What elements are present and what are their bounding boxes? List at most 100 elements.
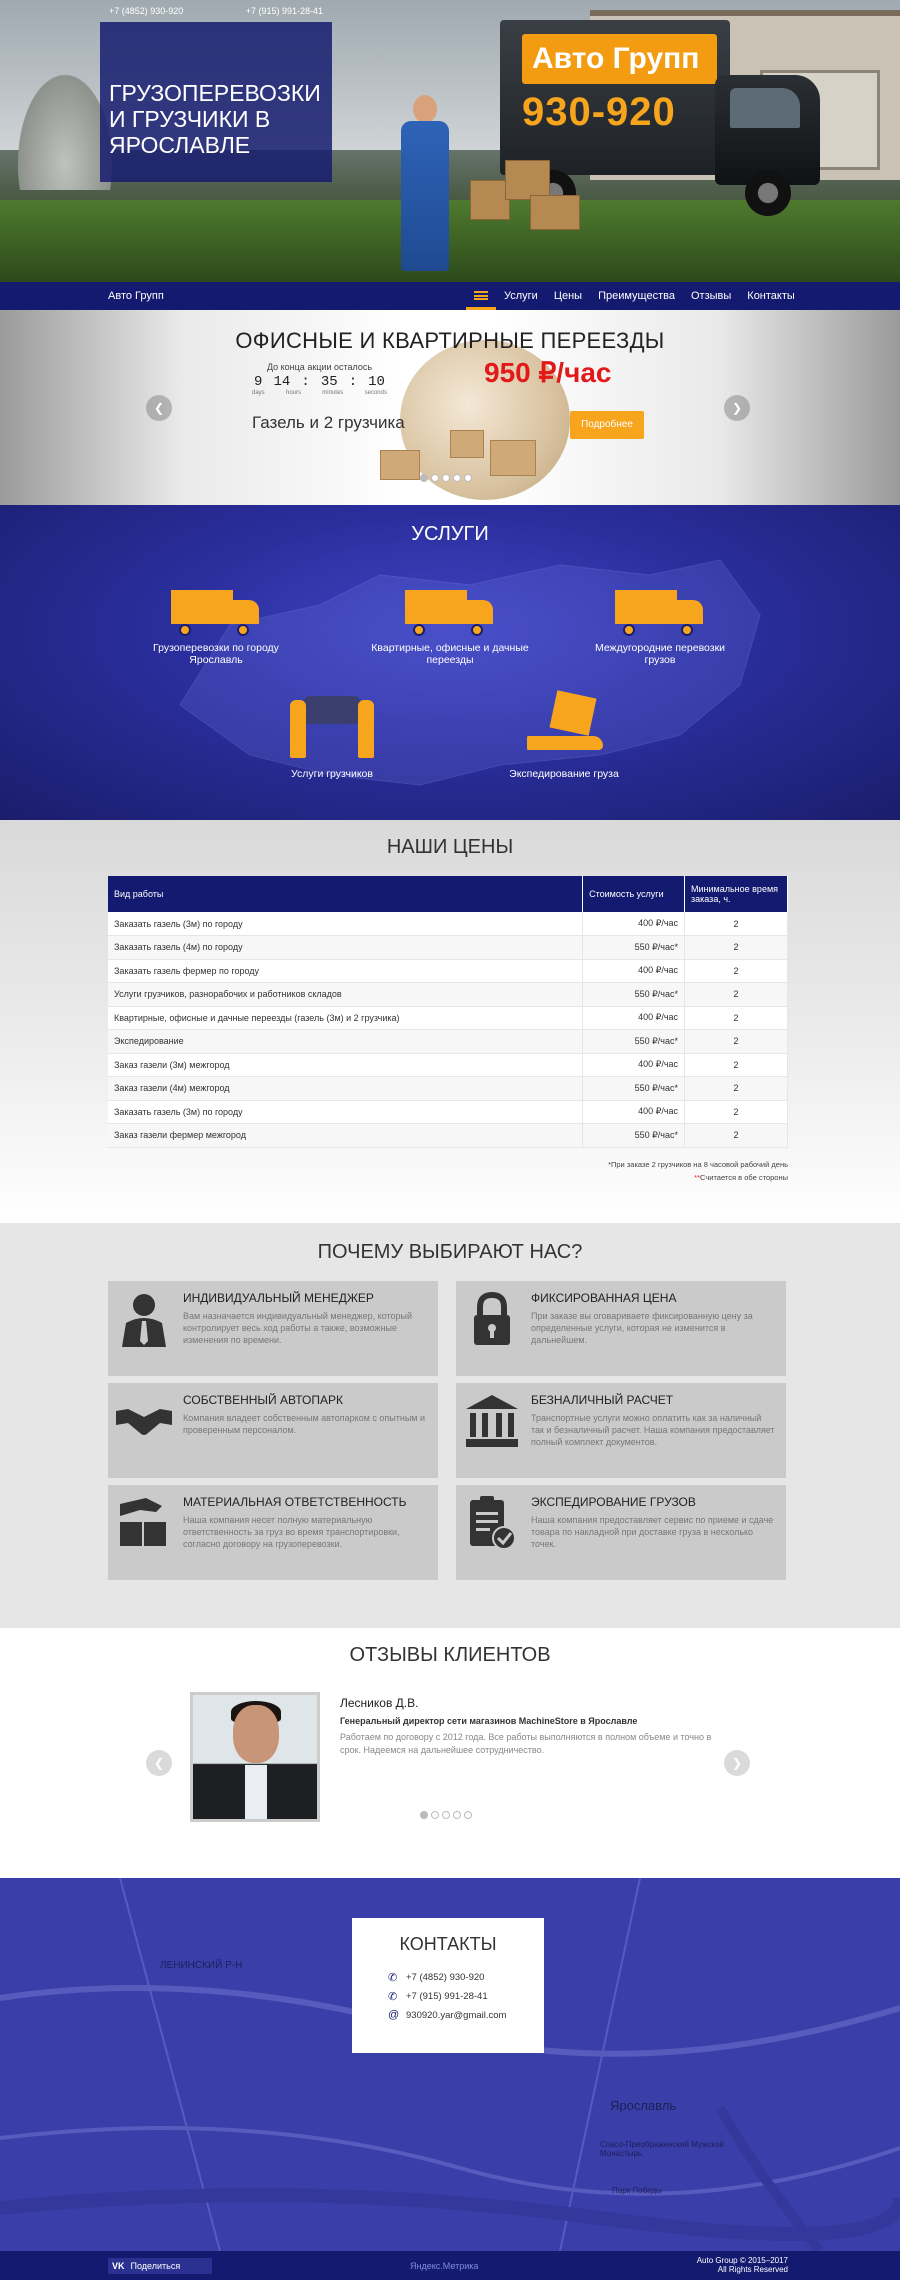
- reviews-dot[interactable]: [442, 1811, 450, 1819]
- nav-item-prices[interactable]: Цены: [546, 282, 590, 310]
- price-note-1: *При заказе 2 грузчиков на 8 часовой раб…: [608, 1160, 788, 1169]
- advantage-text: Наша компания предоставляет сервис по пр…: [531, 1515, 774, 1549]
- nav-menu-toggle[interactable]: [466, 282, 496, 310]
- service-movers[interactable]: Услуги грузчиков: [252, 690, 412, 780]
- slider-dot[interactable]: [442, 474, 450, 482]
- table-cell: 400 ₽/час: [582, 1053, 686, 1077]
- table-row: Заказать газель (3м) по городу 400 ₽/час 2: [108, 1100, 788, 1124]
- table-cell: Заказ газели (3м) межгород: [108, 1053, 584, 1077]
- countdown-labels: days hours minutes seconds: [252, 390, 387, 396]
- contact-phone-2[interactable]: ✆ +7 (915) 991-28-41: [368, 1990, 528, 2003]
- reviews-dots: [420, 1811, 472, 1819]
- map-label-monastery: Спасо-Преображенский Мужской Монастырь: [600, 2140, 724, 2158]
- reviews-dot[interactable]: [431, 1811, 439, 1819]
- slider-dot[interactable]: [431, 474, 439, 482]
- reviews-title: ОТЗЫВЫ КЛИЕНТОВ: [349, 1644, 551, 1666]
- countdown-label-seconds: seconds: [364, 390, 387, 396]
- slider-dot[interactable]: [453, 474, 461, 482]
- reviews-section: ОТЗЫВЫ КЛИЕНТОВ Лесников Д.В. Генеральны…: [0, 1628, 900, 1878]
- table-cell: 2: [684, 1100, 788, 1124]
- nav-logo[interactable]: Авто Групп: [108, 290, 164, 302]
- contact-phone-1-text: +7 (4852) 930-920: [406, 1972, 485, 1983]
- countdown-label-days: days: [252, 390, 265, 396]
- table-header-cell: Минимальное время заказа, ч.: [684, 876, 788, 912]
- header-phone-2[interactable]: +7 (915) 991-28-41: [246, 6, 323, 16]
- prices-table: Вид работы Стоимость услуги Минимальное …: [108, 876, 788, 1148]
- table-cell: 2: [684, 935, 788, 960]
- service-city-transport[interactable]: Грузоперевозки по городу Ярославль: [136, 590, 296, 666]
- table-row: Квартирные, офисные и дачные переезды (г…: [108, 1006, 788, 1030]
- advantage-text: При заказе вы оговариваете фиксированную…: [531, 1311, 753, 1345]
- nav-item-advantages[interactable]: Преимущества: [590, 282, 683, 310]
- map-label-district: ЛЕНИНСКИЙ Р-Н: [160, 1960, 243, 1971]
- phone-icon: ✆: [388, 1972, 398, 1984]
- hero-banner: Авто Групп 930-920 +7 (4852) 930-920 +7 …: [0, 0, 900, 282]
- reviews-next-arrow-icon[interactable]: ❯: [724, 1750, 750, 1776]
- advantage-text: Транспортные услуги можно оплатить как з…: [531, 1413, 775, 1447]
- footer: VK Поделиться Яндекс.Метрика Auto Group …: [0, 2251, 900, 2280]
- contact-email[interactable]: @930920.yar@gmail.com: [368, 2009, 528, 2021]
- countdown-days: 9: [254, 374, 263, 390]
- table-cell: Экспедирование: [108, 1029, 584, 1054]
- countdown-timer: До конца акции осталось 9 14 : 35 : 10 d…: [252, 362, 387, 396]
- table-header-cell: Вид работы: [108, 876, 584, 912]
- advantage-card: Экспедирование грузов Наша компания пред…: [456, 1485, 786, 1580]
- countdown-digits: 9 14 : 35 : 10: [252, 374, 387, 390]
- service-label: Услуги грузчиков: [291, 768, 373, 780]
- price-note-2-text: Считается в обе стороны: [700, 1173, 788, 1182]
- table-cell: 2: [684, 959, 788, 983]
- slider-dot[interactable]: [464, 474, 472, 482]
- hero-title-box: Грузоперевозки и грузчики в Ярославле: [100, 22, 332, 182]
- copyright-line: Auto Group © 2015–2017: [696, 2256, 788, 2265]
- table-row: Заказ газели (4м) межгород 550 ₽/час* 2: [108, 1076, 788, 1101]
- advantages-section: ПОЧЕМУ ВЫБИРАЮТ НАС? Индивидуальный мене…: [0, 1223, 900, 1628]
- truck-wheel: [745, 170, 791, 216]
- service-moving[interactable]: Квартирные, офисные и дачные переезды: [370, 590, 530, 666]
- service-intercity[interactable]: Междугородние перевозки грузов: [580, 590, 740, 666]
- copyright: Auto Group © 2015–2017 All Rights Reserv…: [697, 2256, 788, 2274]
- movers-icon: [282, 690, 382, 762]
- slider-dot[interactable]: [420, 474, 428, 482]
- header-phone-1[interactable]: +7 (4852) 930-920: [109, 6, 183, 16]
- prices-section: НАШИ ЦЕНЫ Вид работы Стоимость услуги Ми…: [0, 820, 900, 1223]
- burger-icon: [474, 291, 488, 300]
- countdown-title: До конца акции осталось: [266, 362, 373, 372]
- contact-phone-1[interactable]: ✆ +7 (4852) 930-920: [368, 1971, 528, 1984]
- contact-phone-2-text: +7 (915) 991-28-41: [406, 1991, 488, 2002]
- service-expediting[interactable]: Экспедирование груза: [484, 690, 644, 780]
- table-header-cell: Стоимость услуги: [582, 876, 686, 912]
- advantage-text: Компания владеет собственным автопарком …: [183, 1413, 426, 1435]
- countdown-minutes: 35: [320, 374, 338, 390]
- nav-item-reviews[interactable]: Отзывы: [683, 282, 739, 310]
- services-section: УСЛУГИ Грузоперевозки по городу Ярославл…: [0, 505, 900, 820]
- slider-prev-arrow-icon[interactable]: ❮: [146, 395, 172, 421]
- cardboard-box: [530, 195, 580, 230]
- rights-line: All Rights Reserved: [717, 2265, 788, 2274]
- slider-box-image: [380, 450, 420, 480]
- table-row: Заказать газель фермер по городу 400 ₽/ча…: [108, 959, 788, 983]
- cargo-hand-icon: [519, 690, 609, 762]
- table-cell: Заказать газель (3м) по городу: [108, 912, 584, 936]
- nav-item-contacts[interactable]: Контакты: [739, 282, 803, 310]
- map-label-park: Парк Победы: [612, 2186, 662, 2195]
- table-cell: 550 ₽/час*: [582, 1029, 686, 1054]
- more-button[interactable]: Подробнее: [570, 411, 644, 439]
- slider-subline: Газель и 2 грузчика: [252, 413, 405, 432]
- nav-item-services[interactable]: Услуги: [496, 282, 546, 310]
- clipboard-check-icon: [462, 1493, 522, 1553]
- reviews-dot[interactable]: [453, 1811, 461, 1819]
- vk-share-button[interactable]: VK Поделиться: [108, 2258, 212, 2274]
- reviews-dot[interactable]: [420, 1811, 428, 1819]
- truck-windshield: [730, 88, 800, 128]
- advantage-title: Безналичный расчет: [531, 1393, 674, 1407]
- yandex-metrika-link[interactable]: Яндекс.Метрика: [410, 2261, 478, 2271]
- table-row: Заказать газель (3м) по городу 400 ₽/час 2: [108, 912, 788, 936]
- table-cell: 2: [684, 1053, 788, 1077]
- table-cell: 2: [684, 1076, 788, 1101]
- reviewer-role: Генеральный директор сети магазинов Mach…: [340, 1716, 638, 1726]
- reviews-prev-arrow-icon[interactable]: ❮: [146, 1750, 172, 1776]
- lock-icon: [462, 1289, 522, 1349]
- promo-slider: ОФИСНЫЕ И КВАРТИРНЫЕ ПЕРЕЕЗДЫ До конца а…: [0, 310, 900, 505]
- reviews-dot[interactable]: [464, 1811, 472, 1819]
- slider-next-arrow-icon[interactable]: ❯: [724, 395, 750, 421]
